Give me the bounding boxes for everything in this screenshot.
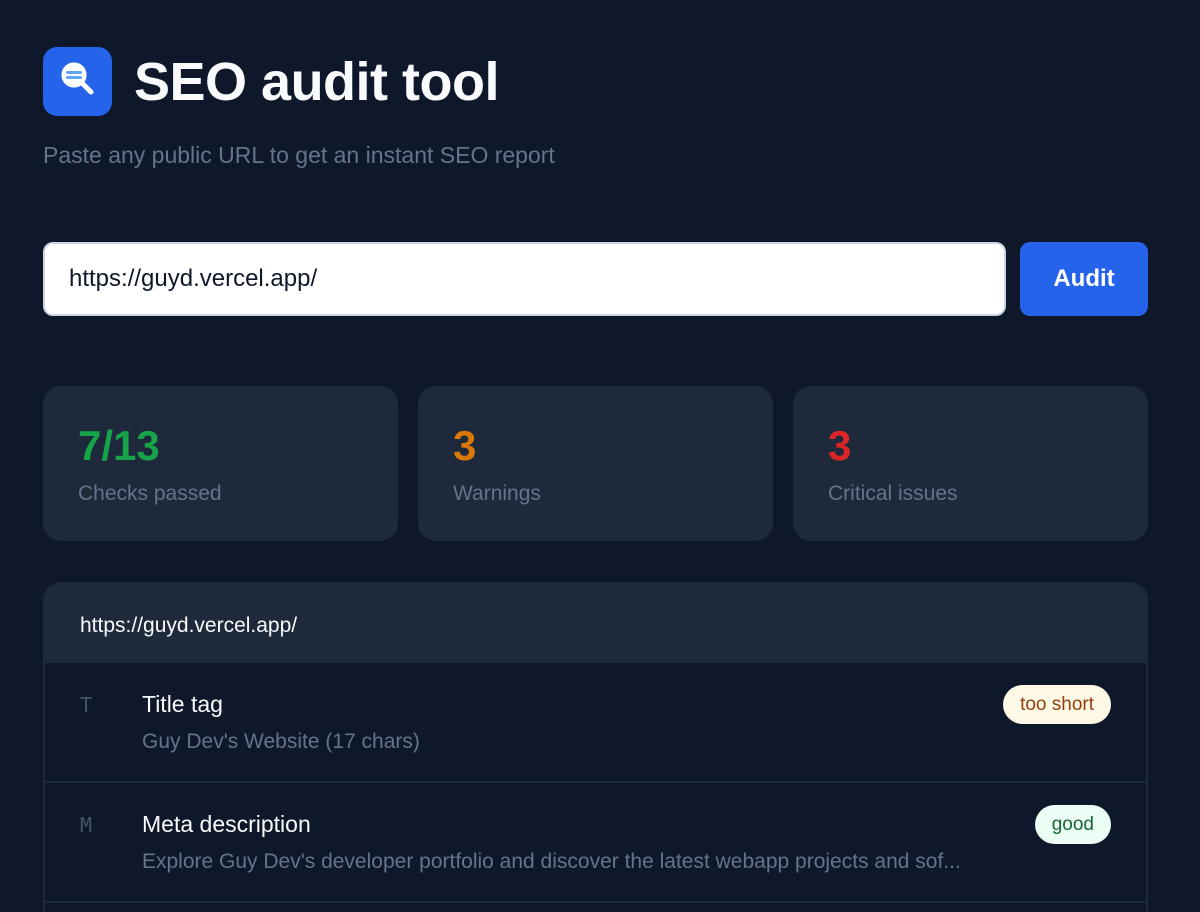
search-icon <box>58 59 98 104</box>
check-row-meta-description[interactable]: M Meta description Explore Guy Dev's dev… <box>45 783 1146 903</box>
report-url: https://guyd.vercel.app/ <box>45 584 1146 663</box>
page: SEO audit tool Paste any public URL to g… <box>0 0 1200 912</box>
check-title: Meta description <box>142 811 311 837</box>
stat-label: Checks passed <box>78 482 222 505</box>
stat-label: Warnings <box>453 482 541 505</box>
check-letter: M <box>80 813 93 837</box>
page-title: SEO audit tool <box>134 51 500 112</box>
stat-card-critical-issues: 3 Critical issues <box>793 386 1148 541</box>
check-detail: Guy Dev's Website (17 chars) <box>142 730 420 753</box>
status-badge: too short <box>1003 685 1111 724</box>
stat-label: Critical issues <box>828 482 958 505</box>
report-panel: https://guyd.vercel.app/ T Title tag Guy… <box>43 582 1148 912</box>
url-input[interactable] <box>43 242 1006 316</box>
app-logo <box>43 47 112 116</box>
stat-value: 3 <box>828 422 852 469</box>
header: SEO audit tool <box>43 47 500 116</box>
page-subtitle: Paste any public URL to get an instant S… <box>43 142 555 168</box>
audit-button[interactable]: Audit <box>1020 242 1148 316</box>
status-badge: good <box>1034 805 1111 844</box>
stat-card-checks-passed: 7/13 Checks passed <box>43 386 398 541</box>
stat-value: 7/13 <box>78 422 160 469</box>
stat-card-warnings: 3 Warnings <box>418 386 773 541</box>
check-title: Title tag <box>142 691 223 717</box>
check-letter: T <box>80 693 93 717</box>
stat-value: 3 <box>453 422 477 469</box>
check-detail: Explore Guy Dev's developer portfolio an… <box>142 850 961 873</box>
check-row-title-tag[interactable]: T Title tag Guy Dev's Website (17 chars)… <box>45 663 1146 783</box>
